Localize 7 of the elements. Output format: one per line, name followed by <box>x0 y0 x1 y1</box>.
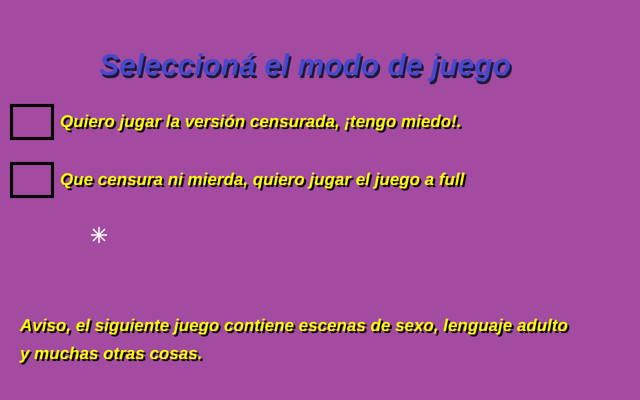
menu-title: Seleccioná el modo de juego <box>99 48 511 84</box>
option-label[interactable]: Quiero jugar la versión censurada, ¡tengo miedo!. <box>60 109 462 135</box>
option-checkbox[interactable] <box>10 162 54 198</box>
option-checkbox[interactable] <box>10 104 54 140</box>
sparkle-icon <box>90 226 108 244</box>
warning-text: Aviso, el siguiente juego contiene escenas de sexo, lenguaje adulto y muchas otras cosas. <box>20 315 569 365</box>
option-label[interactable]: Que censura ni mierda, quiero jugar el juego a full <box>60 167 464 193</box>
